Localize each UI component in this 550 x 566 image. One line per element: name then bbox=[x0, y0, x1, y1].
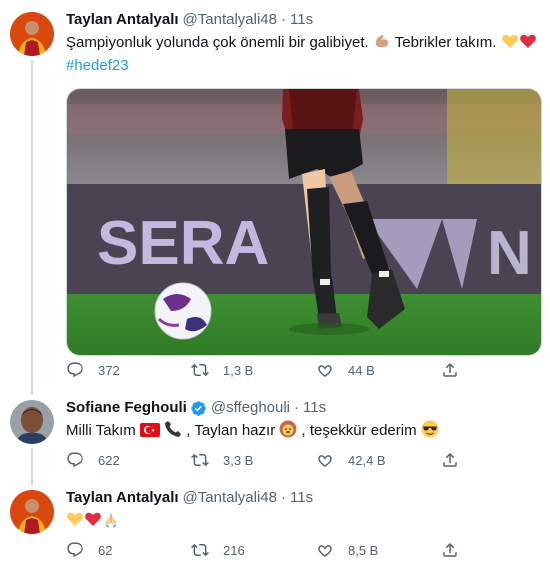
share-icon bbox=[443, 362, 457, 377]
reply-count: 622 bbox=[98, 452, 120, 468]
flexed-biceps-icon bbox=[373, 32, 391, 56]
like-button[interactable]: 8,5 B bbox=[316, 541, 441, 559]
tweet-text-part: , teşekkür ederim bbox=[301, 422, 417, 439]
hashtag-link[interactable]: #hedef23 bbox=[66, 57, 129, 74]
tweet-text-part: , Taylan hazır bbox=[186, 422, 276, 439]
reply-button[interactable]: 372 bbox=[66, 361, 191, 379]
board-text: SERA bbox=[97, 209, 269, 278]
author-handle[interactable]: @sffeghouli bbox=[211, 398, 290, 418]
like-icon bbox=[318, 545, 332, 557]
avatar[interactable] bbox=[10, 490, 54, 534]
share-button[interactable] bbox=[441, 361, 550, 379]
yellow-heart-icon bbox=[66, 510, 84, 534]
like-icon bbox=[318, 365, 332, 377]
retweet-count: 3,3 B bbox=[223, 452, 254, 468]
tweet-text: Milli Takım , Taylan hazır , teşekkür ed… bbox=[66, 420, 542, 444]
tweet-2[interactable]: Sofiane Feghouli @sffeghouli · 11s Milli… bbox=[0, 398, 550, 480]
author-name[interactable]: Taylan Antalyalı bbox=[66, 10, 179, 30]
reply-icon bbox=[67, 452, 83, 468]
lion-face-icon bbox=[279, 420, 297, 444]
timestamp[interactable]: 11s bbox=[303, 398, 326, 418]
red-heart-icon bbox=[519, 32, 537, 56]
retweet-icon bbox=[191, 543, 209, 557]
red-heart-icon bbox=[84, 510, 102, 534]
tweet-header: Taylan Antalyalı @Tantalyali48 · 11s bbox=[66, 10, 542, 30]
telephone-icon bbox=[164, 420, 182, 444]
verified-icon bbox=[190, 400, 207, 417]
svg-text:N: N bbox=[487, 219, 532, 288]
tweet-actions: 622 3,3 B 42,4 B bbox=[66, 450, 550, 470]
retweet-count: 1,3 B bbox=[223, 362, 254, 378]
reply-icon bbox=[67, 542, 83, 558]
reply-button[interactable]: 622 bbox=[66, 451, 191, 469]
separator-dot: · bbox=[281, 489, 286, 506]
separator-dot: · bbox=[281, 11, 286, 28]
tweet-media-image[interactable]: SERA N bbox=[66, 88, 542, 356]
separator-dot: · bbox=[294, 399, 300, 416]
like-count: 44 B bbox=[348, 362, 375, 378]
sunglasses-face-icon bbox=[421, 420, 439, 444]
like-count: 42,4 B bbox=[348, 452, 386, 468]
tweet-text bbox=[66, 510, 542, 534]
avatar[interactable] bbox=[10, 12, 54, 56]
retweet-icon bbox=[191, 363, 209, 377]
tweet-3[interactable]: Taylan Antalyalı @Tantalyali48 · 11s 62 … bbox=[0, 488, 550, 563]
tweet-text-part: Tebrikler takım. bbox=[394, 34, 497, 51]
turkey-flag-icon bbox=[139, 422, 160, 444]
retweet-button[interactable]: 3,3 B bbox=[191, 451, 316, 469]
share-button[interactable] bbox=[441, 451, 550, 469]
yellow-heart-icon bbox=[501, 32, 519, 56]
like-button[interactable]: 44 B bbox=[316, 361, 441, 379]
tweet-text: Şampiyonluk yolunda çok önemli bir galib… bbox=[66, 32, 542, 76]
retweet-button[interactable]: 216 bbox=[191, 541, 316, 559]
tweet-actions: 372 1,3 B 44 B bbox=[66, 360, 550, 380]
tweet-text-part: Milli Takım bbox=[66, 422, 136, 439]
like-icon bbox=[318, 455, 332, 467]
retweet-count: 216 bbox=[223, 542, 245, 558]
tweet-text-part: Şampiyonluk yolunda çok önemli bir galib… bbox=[66, 34, 369, 51]
tweet-1[interactable]: Taylan Antalyalı @Tantalyali48 · 11s Şam… bbox=[0, 10, 550, 385]
reply-icon bbox=[67, 362, 83, 378]
retweet-icon bbox=[191, 453, 209, 467]
avatar[interactable] bbox=[10, 400, 54, 444]
author-handle[interactable]: @Tantalyali48 bbox=[183, 488, 277, 508]
author-name[interactable]: Taylan Antalyalı bbox=[66, 488, 179, 508]
retweet-button[interactable]: 1,3 B bbox=[191, 361, 316, 379]
reply-count: 62 bbox=[98, 542, 113, 558]
tweet-header: Sofiane Feghouli @sffeghouli · 11s bbox=[66, 398, 542, 418]
like-button[interactable]: 42,4 B bbox=[316, 451, 441, 469]
folded-hands-icon bbox=[102, 510, 120, 534]
timestamp[interactable]: 11s bbox=[290, 10, 313, 30]
author-handle[interactable]: @Tantalyali48 bbox=[183, 10, 277, 30]
reply-button[interactable]: 62 bbox=[66, 541, 191, 559]
tweet-header: Taylan Antalyalı @Tantalyali48 · 11s bbox=[66, 488, 542, 508]
share-button[interactable] bbox=[441, 541, 550, 559]
share-icon bbox=[443, 542, 457, 557]
reply-count: 372 bbox=[98, 362, 120, 378]
author-name[interactable]: Sofiane Feghouli bbox=[66, 398, 187, 418]
share-icon bbox=[443, 452, 457, 467]
timestamp[interactable]: 11s bbox=[290, 488, 313, 508]
like-count: 8,5 B bbox=[348, 542, 379, 558]
tweet-actions: 62 216 8,5 B bbox=[66, 540, 550, 560]
